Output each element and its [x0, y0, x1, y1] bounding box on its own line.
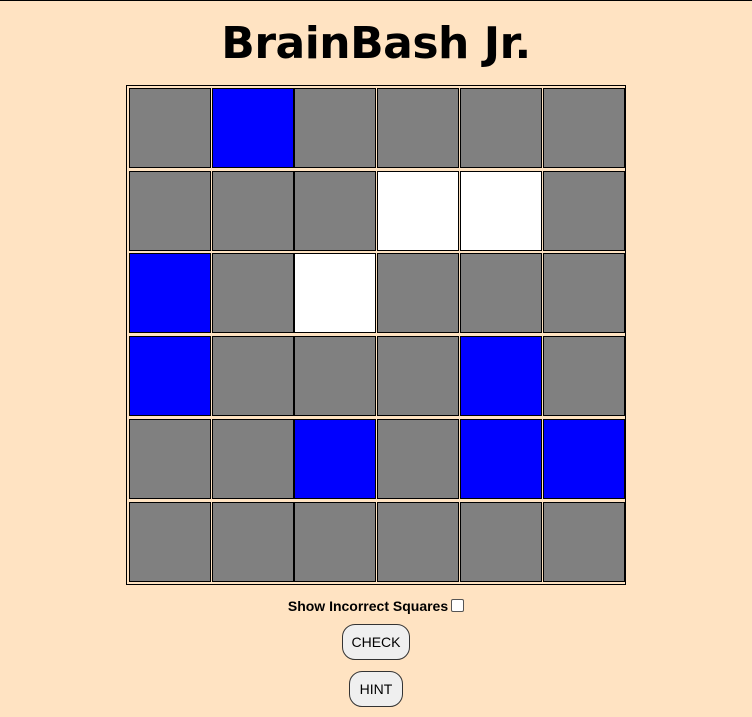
board-cell-r2-c2[interactable]: [212, 171, 294, 251]
board-cell-r4-c5[interactable]: [460, 336, 542, 416]
board-cell-r5-c4[interactable]: [377, 419, 459, 499]
top-border: [0, 0, 752, 1]
board-cell-r6-c1[interactable]: [129, 502, 211, 582]
board-cell-r6-c6[interactable]: [543, 502, 625, 582]
board-cell-r6-c5[interactable]: [460, 502, 542, 582]
board-cell-r3-c3[interactable]: [294, 253, 376, 333]
show-incorrect-label: Show Incorrect Squares: [287, 598, 449, 614]
board-cell-r2-c1[interactable]: [129, 171, 211, 251]
board-cell-r6-c2[interactable]: [212, 502, 294, 582]
board-cell-r5-c1[interactable]: [129, 419, 211, 499]
board-cell-r3-c2[interactable]: [212, 253, 294, 333]
board-cell-r2-c3[interactable]: [294, 171, 376, 251]
board-cell-r3-c1[interactable]: [129, 253, 211, 333]
board-cell-r1-c2[interactable]: [212, 88, 294, 168]
board-cell-r1-c1[interactable]: [129, 88, 211, 168]
board-cell-r6-c4[interactable]: [377, 502, 459, 582]
board-cell-r5-c2[interactable]: [212, 419, 294, 499]
board-cell-r2-c4[interactable]: [377, 171, 459, 251]
board-cell-r1-c4[interactable]: [377, 88, 459, 168]
puzzle-board: [126, 85, 626, 585]
hint-button[interactable]: HINT: [349, 671, 403, 707]
board-cell-r1-c6[interactable]: [543, 88, 625, 168]
board-cell-r2-c6[interactable]: [543, 171, 625, 251]
board-cell-r4-c6[interactable]: [543, 336, 625, 416]
page-title: BrainBash Jr.: [221, 18, 531, 69]
board-cell-r1-c5[interactable]: [460, 88, 542, 168]
board-cell-r4-c3[interactable]: [294, 336, 376, 416]
board-cell-r1-c3[interactable]: [294, 88, 376, 168]
board-cell-r6-c3[interactable]: [294, 502, 376, 582]
board-cell-r3-c6[interactable]: [543, 253, 625, 333]
board-cell-r4-c4[interactable]: [377, 336, 459, 416]
board-cell-r4-c2[interactable]: [212, 336, 294, 416]
board-cell-r5-c6[interactable]: [543, 419, 625, 499]
show-incorrect-control: Show Incorrect Squares: [0, 597, 752, 615]
board-cell-r2-c5[interactable]: [460, 171, 542, 251]
board-cell-r5-c3[interactable]: [294, 419, 376, 499]
check-button[interactable]: CHECK: [342, 624, 410, 660]
board-cell-r4-c1[interactable]: [129, 336, 211, 416]
board-cell-r3-c4[interactable]: [377, 253, 459, 333]
board-cell-r5-c5[interactable]: [460, 419, 542, 499]
show-incorrect-checkbox[interactable]: [451, 599, 465, 612]
board-cell-r3-c5[interactable]: [460, 253, 542, 333]
